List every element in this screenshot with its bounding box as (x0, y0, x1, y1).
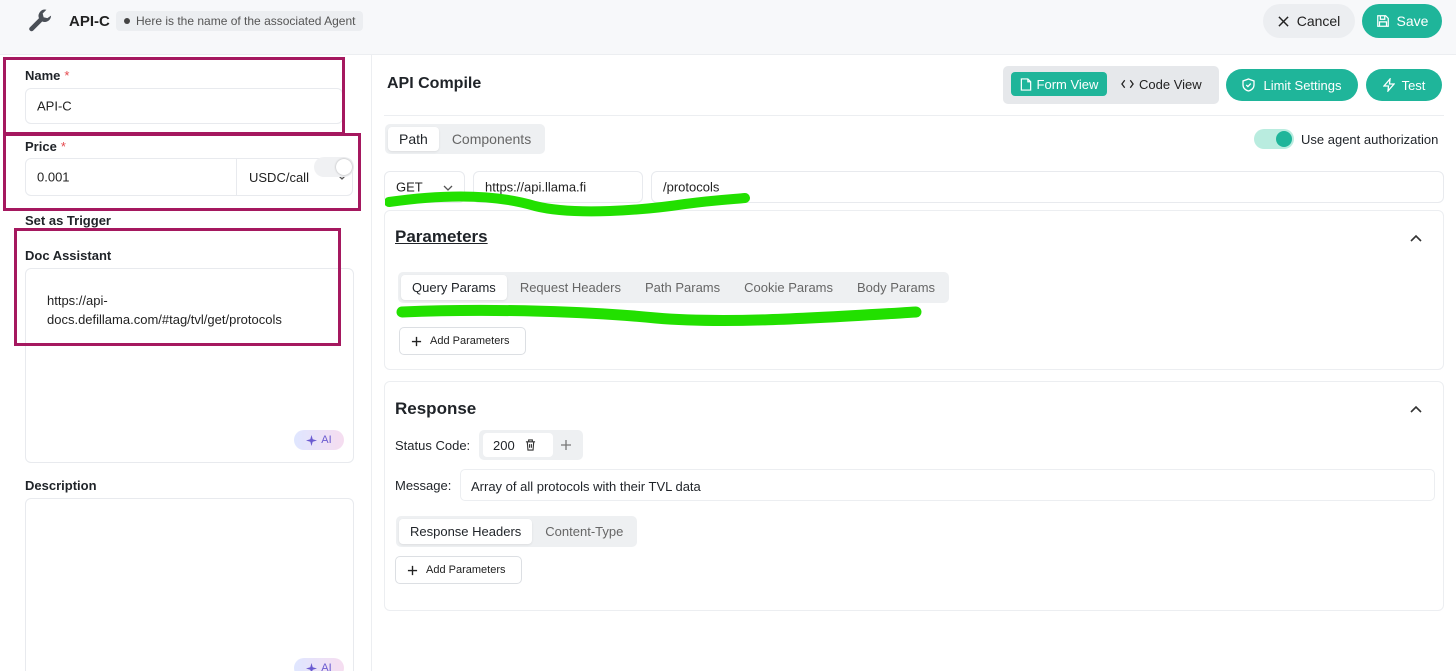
path-value: /protocols (663, 179, 720, 195)
tab-cookie-params[interactable]: Cookie Params (733, 275, 844, 300)
compile-tabs: Path Components (385, 124, 546, 154)
api-compile-title: API Compile (387, 75, 482, 92)
save-label: Save (1396, 13, 1429, 29)
sparkle-icon (306, 434, 318, 446)
method-value: GET (396, 179, 423, 195)
agent-auth-toggle[interactable] (1254, 129, 1294, 149)
code-icon (1121, 79, 1134, 89)
highlight-box-doc (14, 228, 341, 346)
ai-assist-button[interactable]: AI (294, 658, 344, 671)
ai-label: AI (321, 434, 332, 446)
form-view-button[interactable]: Form View (1011, 72, 1107, 96)
status-code-chip[interactable]: 200 (483, 433, 553, 457)
limit-settings-button[interactable]: Limit Settings (1226, 69, 1358, 101)
status-code-value: 200 (493, 437, 515, 453)
ai-assist-button[interactable]: AI (294, 430, 344, 450)
message-input[interactable]: Array of all protocols with their TVL da… (460, 469, 1435, 501)
add-parameters-label: Add Parameters (426, 564, 506, 576)
code-view-button[interactable]: Code View (1121, 72, 1202, 96)
ai-label: AI (321, 662, 332, 671)
cancel-label: Cancel (1296, 13, 1341, 29)
message-value: Array of all protocols with their TVL da… (471, 479, 701, 494)
tab-path-params[interactable]: Path Params (634, 275, 731, 300)
view-switcher: Form View Code View (1003, 66, 1219, 104)
page-title: API-C (69, 13, 110, 30)
trash-icon[interactable] (525, 439, 536, 451)
chevron-up-icon[interactable] (1409, 402, 1423, 416)
divider (384, 115, 1444, 116)
agent-auth-label: Use agent authorization (1301, 132, 1439, 147)
status-code-label: Status Code: (395, 438, 471, 453)
limit-settings-label: Limit Settings (1263, 77, 1342, 93)
add-parameters-label: Add Parameters (430, 335, 510, 347)
tab-components[interactable]: Components (441, 127, 542, 151)
wrench-icon (29, 9, 52, 32)
code-view-label: Code View (1139, 76, 1202, 92)
test-label: Test (1401, 77, 1426, 93)
tab-path[interactable]: Path (388, 127, 439, 151)
message-label: Message: (395, 478, 452, 493)
highlight-box-name (3, 57, 345, 135)
close-icon (1278, 15, 1289, 27)
tab-content-type[interactable]: Content-Type (534, 519, 634, 544)
description-textarea[interactable]: AI (25, 498, 354, 671)
plus-icon[interactable] (560, 439, 572, 451)
response-tabs: Response Headers Content-Type (396, 516, 638, 547)
path-input[interactable]: /protocols (651, 171, 1444, 203)
lightning-icon (1382, 78, 1395, 92)
add-parameters-button[interactable]: Add Parameters (399, 327, 526, 355)
top-bar: API-C Here is the name of the associated… (0, 0, 1456, 55)
response-title: Response (395, 399, 477, 418)
base-url-value: https://api.llama.fi (485, 179, 587, 195)
sparkle-icon (306, 662, 318, 671)
save-button[interactable]: Save (1362, 4, 1442, 38)
trigger-label: Set as Trigger (25, 213, 111, 228)
add-response-parameters-button[interactable]: Add Parameters (395, 556, 522, 584)
tab-request-headers[interactable]: Request Headers (509, 275, 632, 300)
parameter-tabs: Query Params Request Headers Path Params… (398, 272, 950, 303)
tab-query-params[interactable]: Query Params (401, 275, 507, 300)
status-code-group: 200 (479, 430, 583, 460)
chevron-up-icon[interactable] (1409, 231, 1423, 245)
cancel-button[interactable]: Cancel (1263, 4, 1355, 38)
file-icon (1020, 77, 1031, 91)
highlight-box-price (3, 133, 361, 211)
form-view-label: Form View (1036, 76, 1099, 92)
save-icon (1376, 15, 1389, 27)
test-button[interactable]: Test (1366, 69, 1442, 101)
shield-icon (1242, 78, 1256, 92)
description-label: Description (25, 478, 97, 493)
plus-icon (411, 336, 422, 346)
parameters-title: Parameters (395, 227, 488, 246)
base-url-input[interactable]: https://api.llama.fi (473, 171, 643, 203)
method-select[interactable]: GET (384, 171, 465, 203)
plus-icon (407, 565, 418, 575)
tab-response-headers[interactable]: Response Headers (399, 519, 533, 544)
agent-hint-badge: Here is the name of the associated Agent (116, 11, 364, 31)
chevron-down-icon (443, 185, 453, 191)
tab-body-params[interactable]: Body Params (846, 275, 946, 300)
